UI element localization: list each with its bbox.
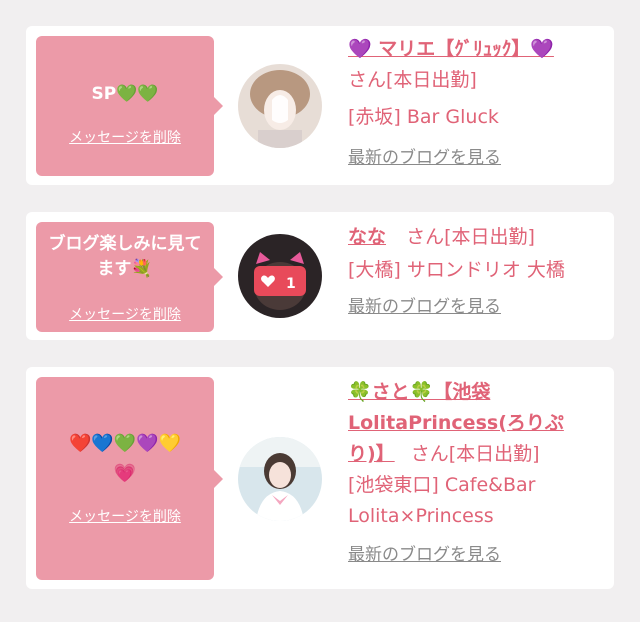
message-bubble: ブログ楽しみに見てます💐 メッセージを削除 [36,222,223,332]
avatar[interactable] [238,437,322,521]
delete-message-link[interactable]: メッセージを削除 [36,506,214,526]
shop-name: [池袋東口] Cafe&Bar Lolita×Princess [348,474,536,527]
like-badge [254,266,306,296]
latest-blog-link[interactable]: 最新のブログを見る [348,292,606,323]
girl-name-link[interactable]: 💜 マリエ【ｸﾞﾘｭｯｸ】💜 [348,34,606,65]
latest-blog-link[interactable]: 最新のブログを見る [348,540,606,571]
avatar-photo [238,437,322,521]
girl-info: 💜 マリエ【ｸﾞﾘｭｯｸ】💜 さん[本日出勤] [赤坂] Bar Gluck 最… [348,34,606,174]
attendance-status: さん[本日出勤] [410,443,540,465]
message-card: SP💚💚 メッセージを削除 💜 マリエ【ｸﾞﾘｭｯｸ】💜 さん[本日出勤] [赤… [26,26,614,185]
shop-name: [赤坂] Bar Gluck [348,106,499,128]
delete-message-link[interactable]: メッセージを削除 [36,304,214,324]
message-card: ❤️💙💚💜💛💗 メッセージを削除 🍀さと🍀【池袋LolitaPrincess(ろ… [26,367,614,589]
message-bubble: ❤️💙💚💜💛💗 メッセージを削除 [36,377,223,580]
latest-blog-link[interactable]: 最新のブログを見る [348,143,606,174]
avatar-photo [238,64,322,148]
avatar-photo: 1 [238,234,322,318]
delete-message-link[interactable]: メッセージを削除 [36,127,214,147]
message-text: SP💚💚 [91,84,159,104]
attendance-status: さん[本日出勤] [406,226,535,248]
girl-name-link[interactable]: なな [348,226,386,248]
avatar[interactable] [238,64,322,148]
avatar[interactable]: 1 [238,234,322,318]
shop-name: [大橋] サロンドリオ 大橋 [348,259,565,281]
message-bubble: SP💚💚 メッセージを削除 [36,36,223,176]
message-card: ブログ楽しみに見てます💐 メッセージを削除 1 なな さん[本日出勤] [大橋]… [26,212,614,340]
message-text: ❤️💙💚💜💛💗 [68,433,182,484]
girl-info: 🍀さと🍀【池袋LolitaPrincess(ろりぷり)】 さん[本日出勤] [池… [348,377,606,571]
attendance-status: さん[本日出勤] [348,69,477,91]
girl-info: なな さん[本日出勤] [大橋] サロンドリオ 大橋 最新のブログを見る [348,222,606,323]
message-text: ブログ楽しみに見てます💐 [48,234,202,279]
like-count: 1 [286,276,296,292]
